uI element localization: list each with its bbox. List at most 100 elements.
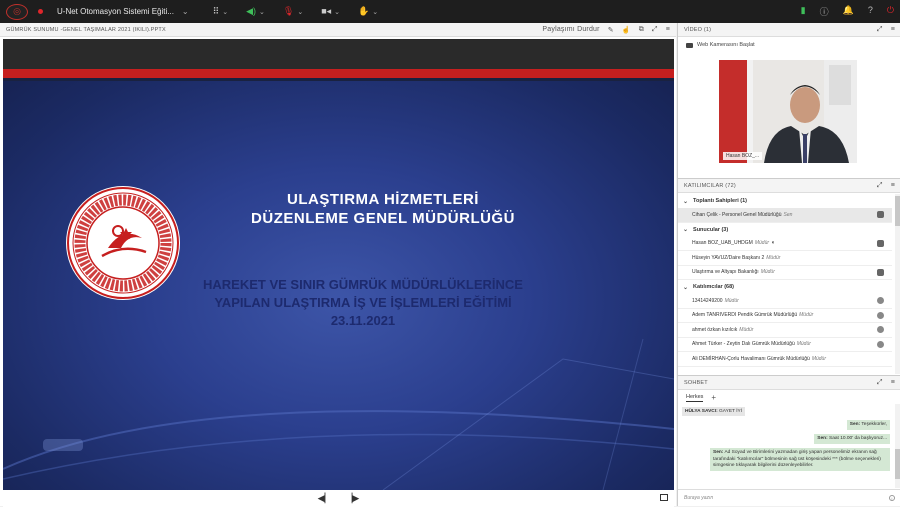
- more-options-icon[interactable]: ≡: [891, 379, 895, 386]
- fullscreen-icon[interactable]: ⤢: [877, 379, 883, 387]
- chevron-down-icon: ⌄: [259, 8, 265, 16]
- stop-sharing-button[interactable]: Paylaşımı Durdur: [542, 26, 599, 33]
- fit-width-icon[interactable]: [660, 494, 668, 501]
- mic-icon: [877, 211, 884, 219]
- list-item[interactable]: Hüseyin YAVUZ/Daire Başkanı 2 Müdür: [678, 251, 892, 266]
- chevron-down-icon: ⌄: [683, 198, 689, 205]
- chat-pod: SOHBET ⤢ ≡ Herkes + HÜLYA SAVCI: GAYET İ…: [678, 375, 900, 506]
- attendees-pod: KATILIMCILAR (72) ⤢ ≡ ⌄ Toplantı Sahipler…: [678, 178, 900, 374]
- slide-date: 23.11.2021: [330, 313, 396, 328]
- apps-icon: ⠿: [212, 6, 220, 16]
- chevron-down-icon: ⌄: [372, 8, 379, 16]
- list-item[interactable]: Cihan Çelik - Personel Genel Müdürlüğü Se…: [678, 208, 892, 223]
- presenter-name-tag: Hasan BOZ_...: [723, 152, 763, 160]
- slide-title-line1: ULAŞTIRMA HİZMETLERİ: [287, 191, 479, 208]
- camera-icon: [686, 42, 693, 48]
- chat-message: Sen: Ad Soyad ve Birimlerini yazmadan gi…: [710, 448, 890, 472]
- presenter-video-frame: [719, 60, 857, 163]
- attendee-scrollbar[interactable]: [895, 194, 900, 374]
- start-webcam-label: Web Kamerasını Başlat: [697, 42, 755, 48]
- mic-icon: [877, 268, 884, 276]
- chevron-down-icon: ⌄: [297, 8, 304, 16]
- status-icon: [877, 340, 884, 348]
- speaker-button[interactable]: ◀) ⌄: [246, 6, 265, 17]
- chat-message: Sen: Saat 10.00' da başlıyoruz...: [814, 434, 890, 445]
- raise-hand-button[interactable]: ✋ ⌄: [358, 6, 378, 17]
- chevron-down-icon: ⌄: [334, 8, 341, 16]
- attendees-pod-header: KATILIMCILAR (72) ⤢ ≡: [678, 179, 900, 193]
- list-item[interactable]: Ulaştırma ve Altyapı Bakanlığı Müdür: [678, 266, 892, 280]
- status-icon: [877, 311, 884, 319]
- list-item[interactable]: 13414249200 Müdür: [678, 294, 892, 309]
- list-item[interactable]: ahmet özkan kızılcık Müdür: [678, 323, 892, 338]
- speaker-icon: ◀): [246, 6, 257, 16]
- slide-controls: ◀▏ ▕▶: [3, 490, 674, 507]
- meeting-menu-chevron-down-icon[interactable]: ⌄: [182, 7, 189, 16]
- more-options-icon[interactable]: ≡: [891, 26, 895, 33]
- info-icon[interactable]: ⓘ: [820, 5, 829, 18]
- share-pod-header: GÜMRÜK SUNUMU -GENEL TAŞIMALAR 2021 (IKI…: [0, 23, 676, 37]
- status-icon: [877, 297, 884, 305]
- mic-icon: [877, 239, 884, 247]
- list-item[interactable]: Hasan BOZ_UAB_UHDGM Müdür ◖: [678, 237, 892, 251]
- bell-icon[interactable]: 🔔: [843, 5, 854, 18]
- chat-message: Sen: Teşekkürler,: [846, 420, 890, 431]
- signal-icon[interactable]: ▮: [801, 5, 806, 18]
- chat-pod-title: SOHBET: [684, 379, 708, 386]
- chevron-down-icon: ⌄: [683, 284, 689, 291]
- chat-message: HÜLYA SAVCI: GAYET İYİ: [682, 407, 746, 416]
- share-stage: ULAŞTIRMA HİZMETLERİ DÜZENLEME GENEL MÜD…: [3, 39, 674, 507]
- hosts-group-header[interactable]: ⌄ Toplantı Sahipleri (1): [678, 194, 892, 208]
- presentation-slide: ULAŞTIRMA HİZMETLERİ DÜZENLEME GENEL MÜD…: [3, 69, 674, 490]
- tab-everyone[interactable]: Herkes: [686, 394, 704, 402]
- top-bar: ◎ U-Net Otomasyon Sistemi Eğiti... ⌄ ⠿ ⌄ …: [0, 0, 900, 23]
- chat-pod-header: SOHBET ⤢ ≡: [678, 376, 900, 390]
- participants-group-header[interactable]: ⌄ Katılımcılar (68): [678, 280, 892, 294]
- help-icon[interactable]: ?: [868, 5, 873, 18]
- power-icon[interactable]: ⏻: [887, 5, 894, 18]
- chat-input[interactable]: Buraya yazın i: [678, 489, 900, 506]
- fullscreen-icon[interactable]: ⤢: [877, 182, 883, 190]
- apps-button[interactable]: ⠿ ⌄: [213, 6, 228, 17]
- previous-slide-icon[interactable]: ◀▏: [318, 493, 332, 504]
- meeting-title: U-Net Otomasyon Sistemi Eğiti...: [57, 7, 174, 16]
- more-options-icon[interactable]: ≡: [666, 26, 670, 33]
- chevron-down-icon: ⌄: [683, 227, 689, 233]
- share-file-name: GÜMRÜK SUNUMU -GENEL TAŞIMALAR 2021 (IKI…: [6, 26, 166, 33]
- camera-button[interactable]: ■◂ ⌄: [321, 6, 340, 17]
- fullscreen-icon[interactable]: ⤢: [877, 26, 883, 34]
- slide-title-line2: DÜZENLEME GENEL MÜDÜRLÜĞÜ: [251, 210, 515, 227]
- chat-input-placeholder: Buraya yazın: [684, 495, 714, 501]
- raise-hand-icon: ✋: [358, 6, 370, 16]
- more-options-icon[interactable]: ≡: [891, 182, 895, 189]
- info-icon[interactable]: i: [889, 495, 895, 501]
- chat-messages: HÜLYA SAVCI: GAYET İYİ Sen: Teşekkürler,…: [678, 404, 894, 488]
- chevron-down-icon: ⌄: [222, 8, 229, 16]
- chat-scrollbar[interactable]: [895, 404, 900, 488]
- speaking-icon: ◖: [771, 240, 775, 247]
- fullscreen-icon[interactable]: ⤢: [652, 26, 658, 34]
- list-item[interactable]: Adem TANRIVERDI Pendik Gümrük Müdürlüğü M…: [678, 309, 892, 323]
- status-icon: [877, 326, 884, 334]
- start-webcam-button[interactable]: Web Kamerasını Başlat: [686, 42, 900, 48]
- chat-tabs: Herkes +: [678, 390, 900, 402]
- mic-button[interactable]: 🎙 ⌄: [283, 6, 303, 17]
- mic-icon: 🎙: [282, 6, 295, 16]
- slide-subtitle-line2: YAPILAN ULAŞTIRMA İŞ VE İŞLEMLERİ EĞİTİM…: [214, 295, 512, 310]
- video-pod: VİDEO (1) ⤢ ≡ Web Kamerasını Başlat Hasa…: [678, 23, 900, 176]
- presenter-video[interactable]: Hasan BOZ_...: [719, 60, 857, 163]
- add-chat-tab-icon[interactable]: +: [711, 393, 716, 402]
- video-pod-header: VİDEO (1) ⤢ ≡: [678, 23, 900, 37]
- share-pod: GÜMRÜK SUNUMU -GENEL TAŞIMALAR 2021 (IKI…: [0, 23, 676, 507]
- draw-icon[interactable]: ✎: [608, 26, 614, 34]
- pointer-icon[interactable]: ☝: [622, 26, 631, 34]
- video-pod-title: VİDEO (1): [684, 26, 712, 33]
- list-item[interactable]: Ali DEMİRHAN-Çorlu Havalimanı Gümrük Müd…: [678, 352, 892, 367]
- next-slide-icon[interactable]: ▕▶: [346, 493, 360, 504]
- slide-subtitle-line1: HAREKET VE SINIR GÜMRÜK MÜDÜRLÜKLERİNCE: [203, 277, 523, 292]
- slide-background-art: [3, 338, 674, 490]
- list-item[interactable]: Ahmet Türker - Zeytin Dalı Gümrük Müdürl…: [678, 338, 892, 352]
- presenters-group-header[interactable]: ⌄ Sunucular (3): [678, 223, 892, 237]
- right-panel: VİDEO (1) ⤢ ≡ Web Kamerasını Başlat Hasa…: [677, 23, 900, 506]
- sync-icon[interactable]: ⧉: [639, 26, 644, 34]
